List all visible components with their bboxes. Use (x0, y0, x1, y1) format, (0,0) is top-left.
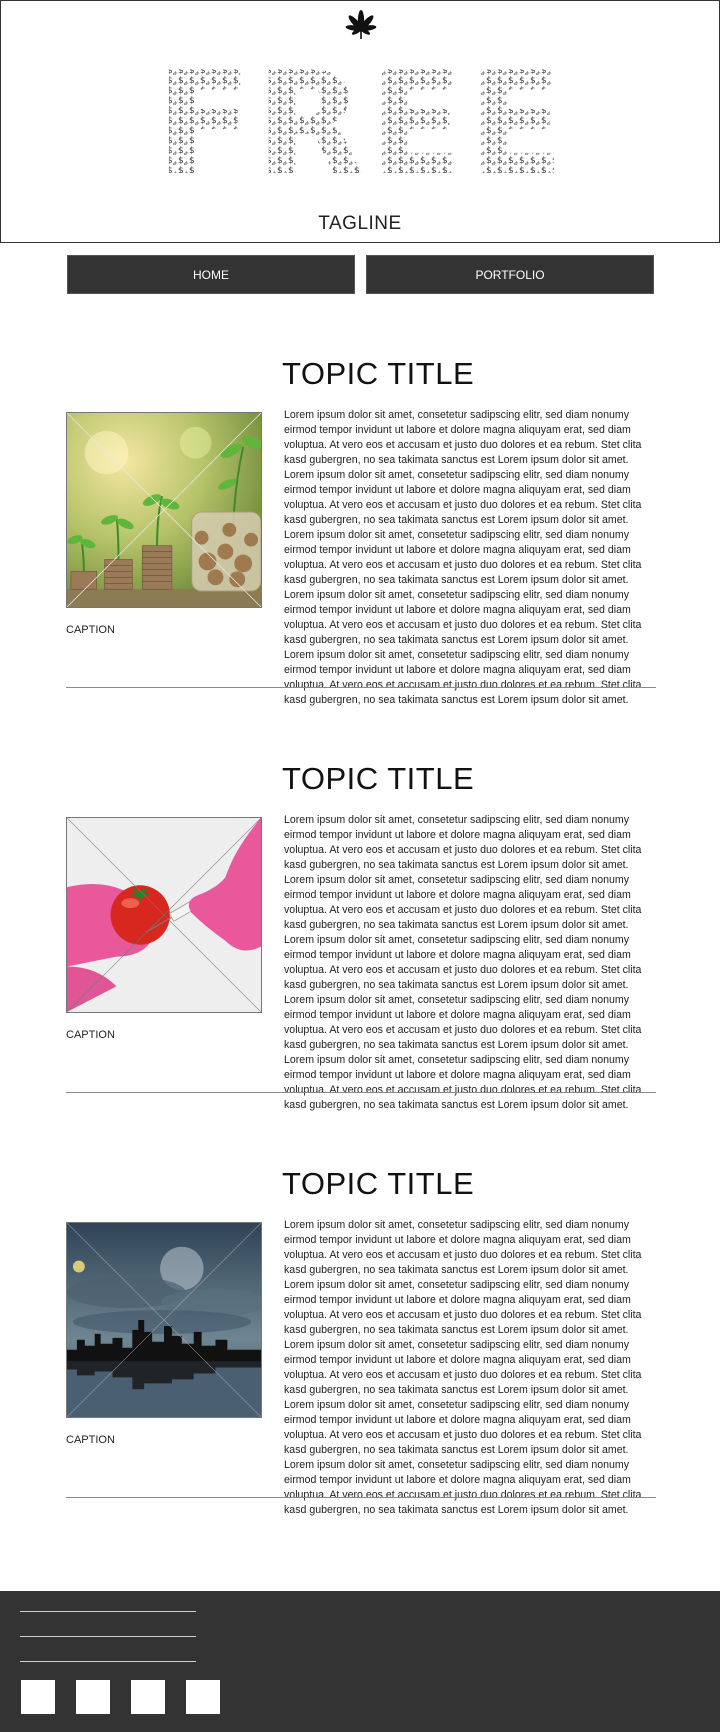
topic-section-2: TOPIC TITLE CAPTION Lorem ipsum dolor si… (66, 761, 656, 1161)
section-divider (66, 1092, 656, 1093)
topic-image-money-plant (66, 412, 262, 608)
body-paragraph: Lorem ipsum dolor sit amet, consetetur s… (284, 1399, 642, 1456)
tagline: TAGLINE (318, 213, 402, 234)
topic-title: TOPIC TITLE (282, 761, 475, 796)
body-paragraph: Lorem ipsum dolor sit amet, consetetur s… (284, 409, 642, 466)
svg-text:FREE: FREE (156, 65, 568, 181)
social-icon-2[interactable] (76, 1680, 110, 1714)
topic-title: TOPIC TITLE (282, 356, 475, 391)
social-icon-4[interactable] (186, 1680, 220, 1714)
cannabis-leaf-icon (345, 10, 377, 39)
topic-section-3: TOPIC TITLE CAPTION Lorem ipsum dolor si… (66, 1166, 656, 1566)
topic-body-text: Lorem ipsum dolor sit amet, consetetur s… (284, 1218, 660, 1518)
body-paragraph: Lorem ipsum dolor sit amet, consetetur s… (284, 1459, 642, 1516)
body-paragraph: Lorem ipsum dolor sit amet, consetetur s… (284, 934, 642, 991)
social-icon-1[interactable] (21, 1680, 55, 1714)
body-paragraph: Lorem ipsum dolor sit amet, consetetur s… (284, 589, 642, 646)
social-icon-3[interactable] (131, 1680, 165, 1714)
body-paragraph: Lorem ipsum dolor sit amet, consetetur s… (284, 469, 642, 526)
section-divider (66, 687, 656, 688)
site-header: $ $ FREE TAGLINE (0, 0, 720, 243)
topic-section-1: TOPIC TITLE CAPTION Lorem ipsum dolor si… (66, 356, 656, 756)
image-caption: CAPTION (66, 1029, 115, 1041)
section-divider (66, 1497, 656, 1498)
body-paragraph: Lorem ipsum dolor sit amet, consetetur s… (284, 1054, 642, 1111)
free-logo-word: $ $ FREE (156, 65, 568, 181)
body-paragraph: Lorem ipsum dolor sit amet, consetetur s… (284, 814, 642, 871)
footer-link-placeholder[interactable] (20, 1661, 196, 1662)
footer-link-placeholder[interactable] (20, 1611, 196, 1612)
topic-body-text: Lorem ipsum dolor sit amet, consetetur s… (284, 813, 660, 1113)
body-paragraph: Lorem ipsum dolor sit amet, consetetur s… (284, 994, 642, 1051)
nav-portfolio-button[interactable]: PORTFOLIO (366, 255, 654, 294)
body-paragraph: Lorem ipsum dolor sit amet, consetetur s… (284, 1219, 642, 1276)
topic-title: TOPIC TITLE (282, 1166, 475, 1201)
site-footer (0, 1591, 720, 1732)
image-caption: CAPTION (66, 1434, 115, 1446)
body-paragraph: Lorem ipsum dolor sit amet, consetetur s… (284, 1279, 642, 1336)
nav-home-button[interactable]: HOME (67, 255, 355, 294)
footer-link-placeholder[interactable] (20, 1636, 196, 1637)
body-paragraph: Lorem ipsum dolor sit amet, consetetur s… (284, 1339, 642, 1396)
topic-image-city-skyline (66, 1222, 262, 1418)
topic-image-tomato-syringe (66, 817, 262, 1013)
body-paragraph: Lorem ipsum dolor sit amet, consetetur s… (284, 649, 642, 706)
body-paragraph: Lorem ipsum dolor sit amet, consetetur s… (284, 529, 642, 586)
topic-body-text: Lorem ipsum dolor sit amet, consetetur s… (284, 408, 660, 708)
image-caption: CAPTION (66, 624, 115, 636)
body-paragraph: Lorem ipsum dolor sit amet, consetetur s… (284, 874, 642, 931)
